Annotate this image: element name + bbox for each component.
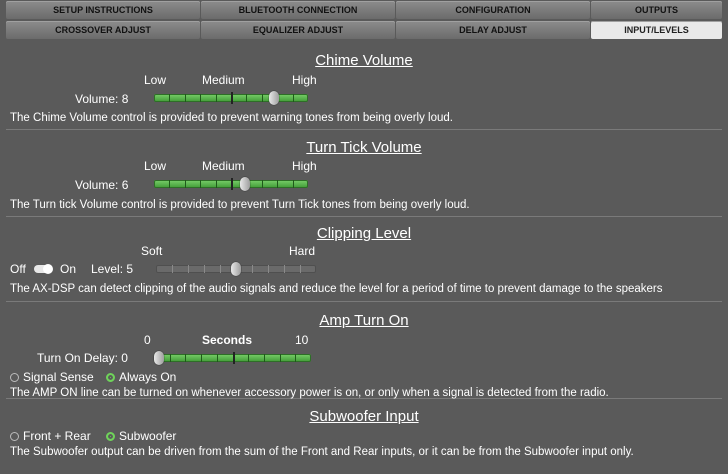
amp-signal-sense-radio[interactable]: Signal Sense <box>10 370 94 384</box>
tab-bluetooth-connection[interactable]: BLUETOOTH CONNECTION <box>201 1 395 19</box>
slider-thumb[interactable] <box>154 351 164 365</box>
tab-configuration[interactable]: CONFIGURATION <box>396 1 590 19</box>
slider-tick <box>295 354 296 362</box>
radio-circle-icon <box>106 372 115 382</box>
chime-high-label: High <box>292 73 317 87</box>
tab-input-levels[interactable]: INPUT/LEVELS <box>591 21 722 39</box>
slider-tick <box>172 265 173 273</box>
amp-max-label: 10 <box>295 333 309 347</box>
clipping-enable-toggle[interactable] <box>34 264 53 274</box>
slider-tick <box>200 94 201 102</box>
clipping-level-slider[interactable] <box>156 262 316 276</box>
sub-front-rear-radio[interactable]: Front + Rear <box>10 429 91 443</box>
clipping-soft-label: Soft <box>141 244 163 258</box>
slider-center-tick <box>231 92 233 104</box>
slider-tick <box>185 94 186 102</box>
slider-tick <box>201 354 202 362</box>
slider-thumb[interactable] <box>269 91 279 105</box>
slider-tick <box>268 265 269 273</box>
amp-always-on-label: Always On <box>119 370 177 384</box>
slider-tick <box>246 94 247 102</box>
slider-tick <box>185 354 186 362</box>
slider-tick <box>252 265 253 273</box>
slider-tick <box>300 265 301 273</box>
slider-tick <box>264 354 265 362</box>
slider-tick <box>248 354 249 362</box>
amp-seconds-label: Seconds <box>202 333 253 347</box>
turn-tick-high-label: High <box>292 159 317 173</box>
tab-setup-instructions[interactable]: SETUP INSTRUCTIONS <box>6 1 200 19</box>
amp-turn-on-description: The AMP ON line can be turned on wheneve… <box>10 387 609 399</box>
slider-tick <box>284 265 285 273</box>
amp-turn-on-delay-slider[interactable] <box>154 351 311 365</box>
slider-tick <box>217 354 218 362</box>
radio-circle-icon <box>106 431 115 441</box>
turn-tick-volume-readout: Volume: 6 <box>75 178 129 192</box>
slider-tick <box>204 265 205 273</box>
radio-circle-icon <box>10 431 19 441</box>
tab-outputs[interactable]: OUTPUTS <box>591 1 722 19</box>
turn-tick-description: The Turn tick Volume control is provided… <box>10 199 470 211</box>
slider-center-tick <box>231 178 233 190</box>
subwoofer-input-description: The Subwoofer output can be driven from … <box>10 446 634 458</box>
sub-subwoofer-radio[interactable]: Subwoofer <box>106 429 176 443</box>
turn-tick-volume-section: Turn Tick Volume Low Medium High Volume:… <box>6 130 722 217</box>
chime-volume-title: Chime Volume <box>315 52 413 69</box>
slider-tick <box>293 94 294 102</box>
slider-tick <box>293 180 294 188</box>
sub-front-rear-label: Front + Rear <box>23 429 91 443</box>
chime-volume-slider[interactable] <box>154 91 308 105</box>
main-content: Chime Volume Low Medium High Volume: 8 T… <box>6 42 722 474</box>
slider-tick <box>170 354 171 362</box>
slider-thumb[interactable] <box>231 262 241 276</box>
slider-tick <box>220 265 221 273</box>
chime-low-label: Low <box>144 73 167 87</box>
slider-tick <box>277 180 278 188</box>
slider-thumb[interactable] <box>240 177 250 191</box>
turn-tick-low-label: Low <box>144 159 167 173</box>
amp-min-label: 0 <box>144 333 151 347</box>
amp-turn-on-title: Amp Turn On <box>319 312 409 329</box>
tab-row-2: CROSSOVER ADJUST EQUALIZER ADJUST DELAY … <box>6 20 722 40</box>
slider-tick <box>188 265 189 273</box>
slider-tick <box>262 180 263 188</box>
slider-tick <box>185 180 186 188</box>
slider-tick <box>216 180 217 188</box>
slider-tick <box>200 180 201 188</box>
subwoofer-input-title: Subwoofer Input <box>309 408 419 425</box>
clipping-level-title: Clipping Level <box>316 225 412 242</box>
clipping-level-section: Clipping Level Soft Hard Off On Level: 5… <box>6 217 722 302</box>
amp-turn-on-section: Amp Turn On 0 Seconds 10 Turn On Delay: … <box>6 302 722 399</box>
chime-volume-readout: Volume: 8 <box>75 92 129 106</box>
tab-crossover-adjust[interactable]: CROSSOVER ADJUST <box>6 21 200 39</box>
chime-volume-section: Chime Volume Low Medium High Volume: 8 T… <box>6 42 722 130</box>
amp-always-on-radio[interactable]: Always On <box>106 370 176 384</box>
tab-bar: SETUP INSTRUCTIONS BLUETOOTH CONNECTION … <box>6 0 722 40</box>
clipping-hard-label: Hard <box>289 244 316 258</box>
clipping-level-readout: Level: 5 <box>91 262 134 276</box>
slider-center-tick <box>233 352 235 364</box>
sub-subwoofer-label: Subwoofer <box>119 429 177 443</box>
clipping-level-description: The AX-DSP can detect clipping of the au… <box>10 283 663 295</box>
tab-row-1: SETUP INSTRUCTIONS BLUETOOTH CONNECTION … <box>6 0 722 20</box>
slider-tick <box>169 94 170 102</box>
clipping-on-label: On <box>60 262 77 276</box>
turn-tick-medium-label: Medium <box>202 159 245 173</box>
tab-delay-adjust[interactable]: DELAY ADJUST <box>396 21 590 39</box>
amp-signal-sense-label: Signal Sense <box>23 370 94 384</box>
turn-tick-volume-slider[interactable] <box>154 177 308 191</box>
slider-tick <box>280 354 281 362</box>
chime-medium-label: Medium <box>202 73 245 87</box>
slider-tick <box>216 94 217 102</box>
chime-volume-description: The Chime Volume control is provided to … <box>10 112 453 124</box>
turn-tick-title: Turn Tick Volume <box>306 139 422 156</box>
radio-circle-icon <box>10 372 19 382</box>
subwoofer-input-section: Subwoofer Input Front + Rear Subwoofer T… <box>6 399 722 459</box>
slider-tick <box>262 94 263 102</box>
amp-turn-on-delay-readout: Turn On Delay: 0 <box>37 351 128 365</box>
slider-tick <box>169 180 170 188</box>
tab-equalizer-adjust[interactable]: EQUALIZER ADJUST <box>201 21 395 39</box>
clipping-off-label: Off <box>10 262 26 276</box>
